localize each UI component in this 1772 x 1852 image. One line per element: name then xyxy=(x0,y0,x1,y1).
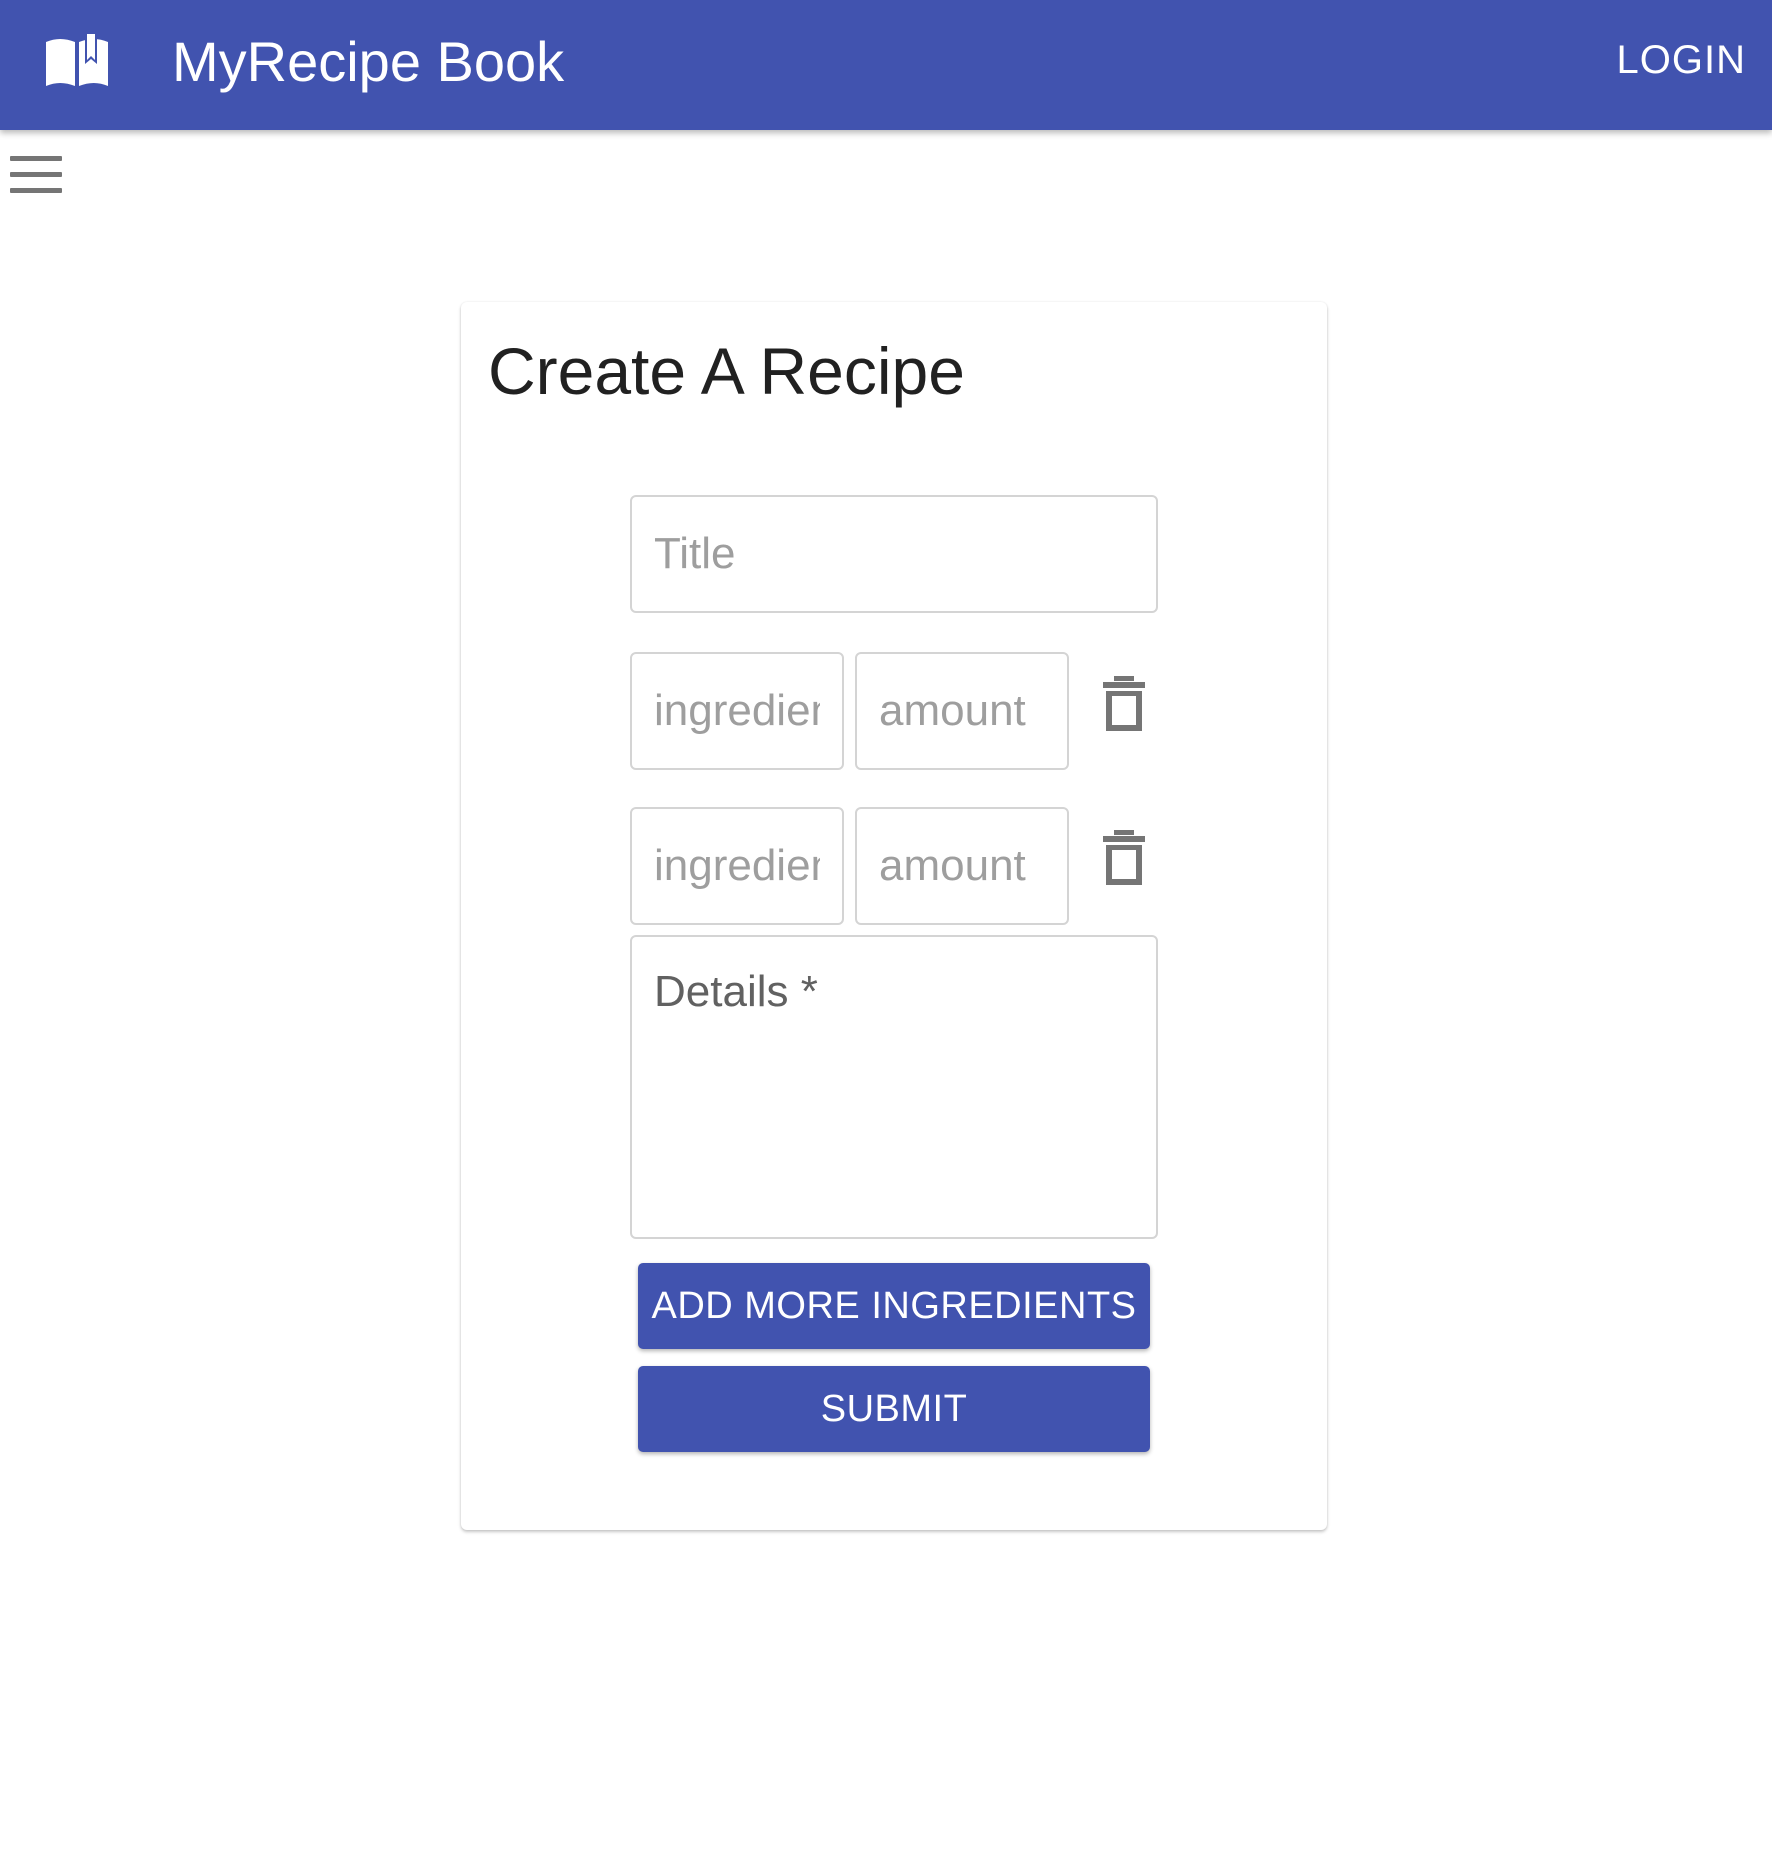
ingredient-input-2[interactable] xyxy=(630,807,844,925)
submit-button[interactable]: SUBMIT xyxy=(638,1366,1150,1452)
trash-icon[interactable] xyxy=(1101,830,1147,886)
login-button[interactable]: LOGIN xyxy=(1617,38,1746,83)
page-title: Create A Recipe xyxy=(488,334,965,408)
app-title: MyRecipe Book xyxy=(172,30,565,93)
details-label: Details * xyxy=(654,967,818,1016)
app-bar: MyRecipe Book LOGIN xyxy=(0,0,1772,130)
amount-input-2[interactable] xyxy=(855,807,1069,925)
title-input[interactable] xyxy=(630,495,1158,613)
ingredient-input-1[interactable] xyxy=(630,652,844,770)
create-recipe-card: Create A Recipe Details * ADD MORE INGRE… xyxy=(461,302,1327,1530)
details-textarea[interactable]: Details * xyxy=(630,935,1158,1239)
add-more-ingredients-button[interactable]: ADD MORE INGREDIENTS xyxy=(638,1263,1150,1349)
open-book-icon xyxy=(46,34,108,86)
trash-icon[interactable] xyxy=(1101,676,1147,732)
amount-input-1[interactable] xyxy=(855,652,1069,770)
hamburger-menu-icon[interactable] xyxy=(10,156,62,194)
